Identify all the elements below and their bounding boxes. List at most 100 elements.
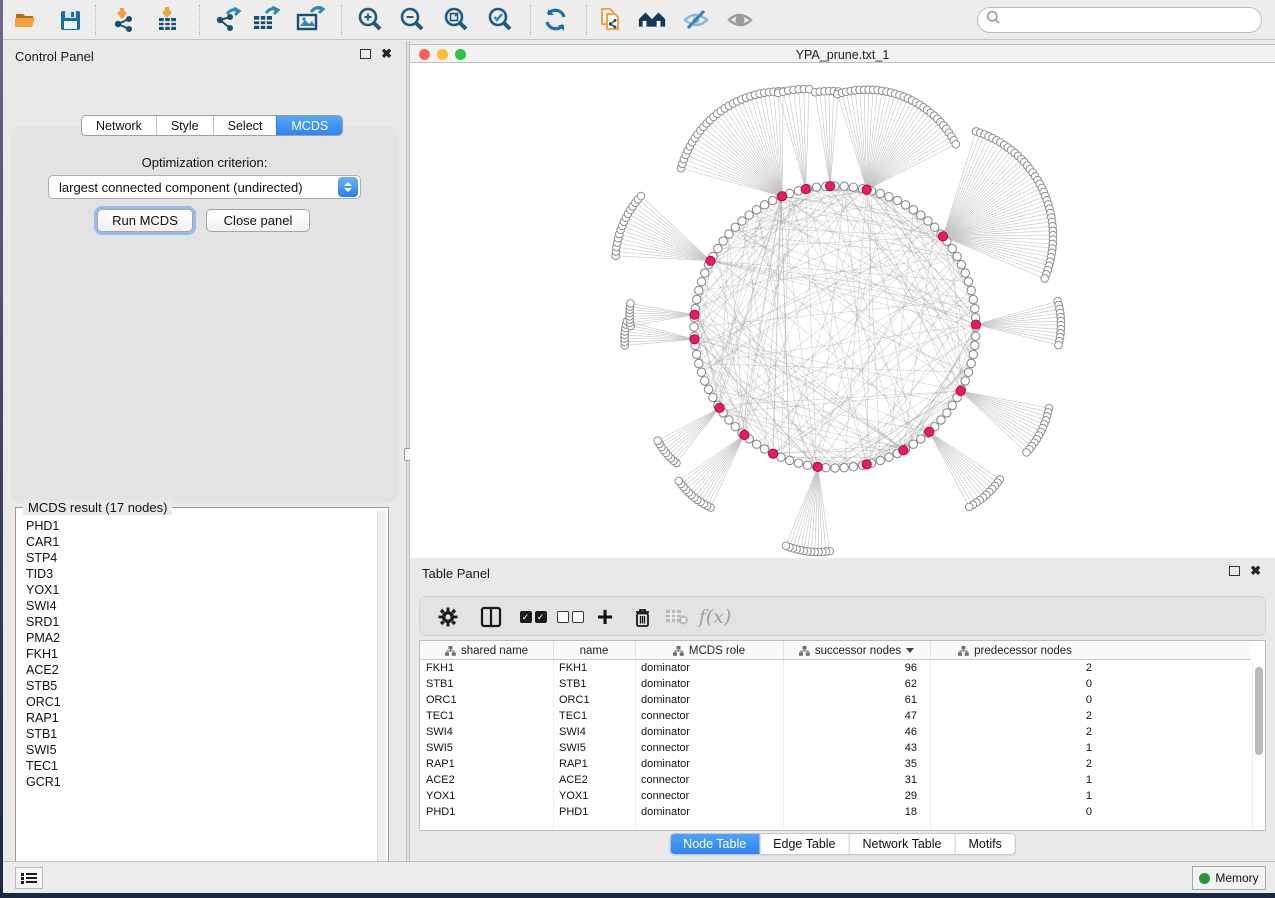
table-row[interactable]: ACE2ACE2connector311 <box>420 772 1251 788</box>
mcds-result-item[interactable]: GCR1 <box>26 774 376 790</box>
zoom-in-icon[interactable] <box>355 5 385 35</box>
ring-node[interactable] <box>738 217 746 225</box>
leaf-node[interactable] <box>1041 275 1049 283</box>
dominator-node[interactable] <box>862 185 871 194</box>
save-icon[interactable] <box>55 5 85 35</box>
column-header-MCDS-role[interactable]: MCDS role <box>635 641 783 660</box>
leaf-node[interactable] <box>952 140 960 148</box>
mcds-result-item[interactable]: SRD1 <box>26 614 376 630</box>
table-row[interactable]: RAP1RAP1dominator352 <box>420 756 1251 772</box>
ring-node[interactable] <box>794 459 802 467</box>
find-modules-icon[interactable] <box>637 5 667 35</box>
export-table-icon[interactable] <box>251 5 281 35</box>
mcds-result-item[interactable]: STB1 <box>26 726 376 742</box>
table-row[interactable]: ORC1ORC1dominator610 <box>420 692 1251 708</box>
ring-node[interactable] <box>943 409 951 417</box>
ring-node[interactable] <box>701 269 709 277</box>
ring-node[interactable] <box>917 211 925 219</box>
close-panel-icon[interactable]: ✖ <box>381 49 392 59</box>
ring-node[interactable] <box>931 223 939 231</box>
ring-node[interactable] <box>957 260 965 268</box>
import-table-icon[interactable] <box>153 5 183 35</box>
search-input[interactable] <box>977 7 1262 33</box>
table-row[interactable]: SWI4SWI4dominator462 <box>420 724 1251 740</box>
dominator-node[interactable] <box>690 335 699 344</box>
leaf-node[interactable] <box>675 477 683 485</box>
mcds-result-item[interactable]: STB5 <box>26 678 376 694</box>
column-header-shared-name[interactable]: shared name <box>420 641 553 660</box>
split-column-icon[interactable] <box>478 604 504 630</box>
open-file-icon[interactable] <box>11 5 41 35</box>
ring-node[interactable] <box>768 196 776 204</box>
ring-node[interactable] <box>731 223 739 231</box>
ring-node[interactable] <box>719 237 727 245</box>
ring-node[interactable] <box>969 350 977 358</box>
leaf-node[interactable] <box>965 503 973 511</box>
select-all-checkbox-icon[interactable]: ✓✓ <box>516 604 550 630</box>
ring-node[interactable] <box>948 401 956 409</box>
column-header-name[interactable]: name <box>553 641 635 660</box>
task-history-button[interactable] <box>15 867 43 889</box>
clone-network-icon[interactable] <box>595 5 625 35</box>
tab-select[interactable]: Select <box>213 116 277 135</box>
table-settings-icon[interactable] <box>436 604 460 630</box>
ring-node[interactable] <box>760 201 768 209</box>
ring-node[interactable] <box>876 189 884 197</box>
ring-node[interactable] <box>831 464 839 472</box>
ring-node[interactable] <box>876 456 884 464</box>
mcds-result-item[interactable]: PMA2 <box>26 630 376 646</box>
dominator-node[interactable] <box>769 449 778 458</box>
ring-node[interactable] <box>885 453 893 461</box>
hide-selected-icon[interactable] <box>681 5 711 35</box>
ring-node[interactable] <box>785 456 793 464</box>
tab-node-table[interactable]: Node Table <box>670 834 759 854</box>
mcds-result-list[interactable]: PHD1CAR1STP4TID3YOX1SWI4SRD1PMA2FKH1ACE2… <box>18 510 376 876</box>
column-header-predecessor-nodes[interactable]: predecessor nodes <box>930 641 1100 660</box>
mcds-result-item[interactable]: TEC1 <box>26 758 376 774</box>
dominator-node[interactable] <box>801 184 810 193</box>
add-column-icon[interactable]: + <box>592 604 618 630</box>
mcds-result-item[interactable]: PHD1 <box>26 518 376 534</box>
ring-node[interactable] <box>731 423 739 431</box>
table-row[interactable]: TEC1TEC1connector472 <box>420 708 1251 724</box>
table-scrollbar[interactable] <box>1252 661 1264 829</box>
ring-node[interactable] <box>752 440 760 448</box>
delete-table-icon[interactable] <box>663 604 691 630</box>
close-table-panel-icon[interactable]: ✖ <box>1250 566 1261 576</box>
dominator-node[interactable] <box>715 403 724 412</box>
tab-motifs[interactable]: Motifs <box>954 834 1014 854</box>
ring-node[interactable] <box>893 196 901 204</box>
ring-node[interactable] <box>967 286 975 294</box>
function-builder-icon[interactable]: f(x) <box>698 604 732 630</box>
ring-node[interactable] <box>704 385 712 393</box>
mcds-result-item[interactable]: FKH1 <box>26 646 376 662</box>
ring-node[interactable] <box>695 359 703 367</box>
ring-node[interactable] <box>725 416 733 424</box>
ring-node[interactable] <box>961 269 969 277</box>
ring-node[interactable] <box>812 183 820 191</box>
dominator-node[interactable] <box>862 460 871 469</box>
table-scrollbar-thumb[interactable] <box>1255 667 1263 755</box>
ring-node[interactable] <box>752 206 760 214</box>
memory-button[interactable]: Memory <box>1192 866 1266 890</box>
table-row[interactable]: STB1STB1dominator620 <box>420 676 1251 692</box>
dominator-node[interactable] <box>813 462 822 471</box>
tab-network[interactable]: Network <box>82 116 156 135</box>
show-all-icon[interactable] <box>725 5 755 35</box>
mcds-result-item[interactable]: TID3 <box>26 566 376 582</box>
ring-node[interactable] <box>948 244 956 252</box>
ring-node[interactable] <box>701 377 709 385</box>
ring-node[interactable] <box>697 277 705 285</box>
mcds-result-item[interactable]: ACE2 <box>26 662 376 678</box>
tab-edge-table[interactable]: Edge Table <box>759 834 848 854</box>
delete-column-icon[interactable] <box>630 604 654 630</box>
export-network-icon[interactable] <box>213 5 243 35</box>
mcds-result-scrollbar[interactable] <box>377 510 386 876</box>
ring-node[interactable] <box>840 463 848 471</box>
zoom-fit-icon[interactable] <box>441 5 471 35</box>
mcds-result-item[interactable]: CAR1 <box>26 534 376 550</box>
table-row[interactable]: FKH1FKH1dominator962 <box>420 660 1251 676</box>
ring-node[interactable] <box>901 201 909 209</box>
dominator-node[interactable] <box>925 427 934 436</box>
mcds-result-item[interactable]: STP4 <box>26 550 376 566</box>
